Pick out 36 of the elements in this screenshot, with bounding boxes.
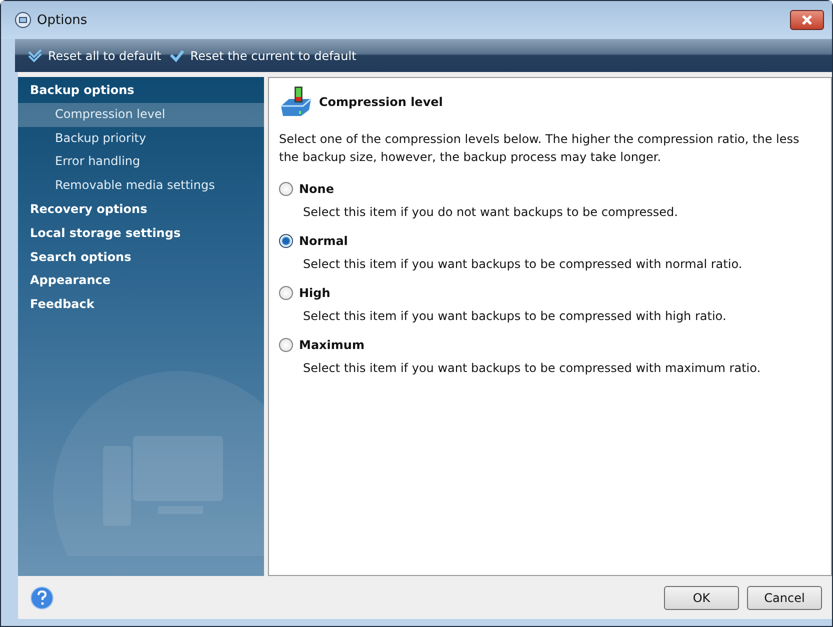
- radio-button[interactable]: [279, 338, 293, 352]
- help-icon[interactable]: [30, 586, 54, 610]
- radio-option[interactable]: High: [279, 286, 330, 300]
- toolbar-button[interactable]: Reset all to default: [27, 48, 162, 62]
- section-description: Select one of the compression levels below. The higher the compression ratio, the less the backup size, however, the backup process may take longer.: [279, 131, 800, 166]
- option-description: Select this item if you want backups to be compressed with normal ratio.: [303, 257, 744, 271]
- dialog-button[interactable]: OK: [664, 586, 739, 610]
- close-icon: [800, 15, 814, 25]
- double-check-icon: [27, 48, 43, 62]
- radio-button[interactable]: [279, 182, 293, 196]
- sidebar-item[interactable]: Search options: [18, 246, 264, 270]
- radio-option[interactable]: None: [279, 182, 334, 196]
- section-heading: Compression level: [319, 95, 443, 109]
- radio-option[interactable]: Maximum: [279, 338, 364, 352]
- sidebar-item[interactable]: Recovery options: [18, 198, 264, 222]
- option-description: Select this item if you want backups to be compressed with maximum ratio.: [303, 361, 762, 375]
- sidebar-item[interactable]: Local storage settings: [18, 222, 264, 246]
- radio-option[interactable]: Normal: [279, 234, 348, 248]
- sidebar-item[interactable]: Feedback: [18, 293, 264, 317]
- option-description: Select this item if you do not want backups to be compressed.: [303, 205, 679, 219]
- option-description: Select this item if you want backups to be compressed with high ratio.: [303, 309, 728, 323]
- sidebar-item[interactable]: Compression level: [18, 102, 264, 127]
- app-icon: [15, 12, 31, 28]
- dialog-button[interactable]: Cancel: [747, 586, 822, 610]
- radio-button[interactable]: [279, 234, 293, 248]
- window-title: Options: [37, 12, 88, 28]
- sidebar-item[interactable]: Backup options: [18, 79, 264, 103]
- sidebar-item[interactable]: Backup priority: [18, 126, 264, 150]
- sidebar-item[interactable]: Removable media settings: [18, 174, 264, 198]
- sidebar-item[interactable]: Appearance: [18, 269, 264, 294]
- drive-meter-icon: [279, 86, 313, 118]
- check-icon: [169, 48, 186, 62]
- close-button[interactable]: [790, 10, 824, 30]
- sidebar-item[interactable]: Error handling: [18, 150, 264, 174]
- toolbar-button[interactable]: Reset the current to default: [169, 48, 356, 62]
- radio-button[interactable]: [279, 286, 293, 300]
